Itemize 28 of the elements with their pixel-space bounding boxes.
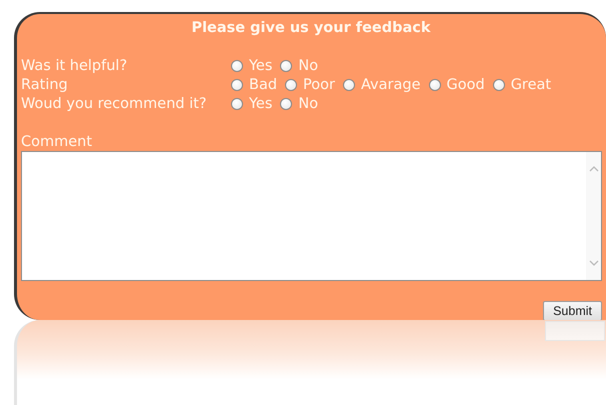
option-label[interactable]: Avarage xyxy=(360,76,420,92)
option-label[interactable]: Good xyxy=(446,76,485,92)
radio-button[interactable] xyxy=(280,98,292,110)
scrollbar[interactable] xyxy=(586,152,601,280)
radio-button[interactable] xyxy=(231,60,243,72)
comment-field[interactable] xyxy=(21,151,602,281)
radio-button[interactable] xyxy=(231,98,243,110)
option-label[interactable]: Bad xyxy=(249,76,278,92)
radio-button[interactable] xyxy=(280,60,292,72)
option-label[interactable]: Poor xyxy=(303,76,335,92)
radio-button[interactable] xyxy=(492,78,505,90)
scroll-down-icon[interactable] xyxy=(588,260,598,266)
option-label[interactable]: Yes xyxy=(249,96,272,112)
option-label[interactable]: Yes xyxy=(249,58,272,74)
option-label[interactable]: Great xyxy=(510,76,552,92)
radio-button[interactable] xyxy=(285,78,298,90)
option-label[interactable]: No xyxy=(298,58,318,74)
question-label: Was it helpful? xyxy=(21,58,128,74)
form-title: Please give us your feedback xyxy=(190,19,432,38)
radio-button[interactable] xyxy=(428,78,440,90)
comment-label: Comment xyxy=(21,133,94,151)
question-label: Woud you recommend it? xyxy=(21,96,208,112)
question-label: Rating xyxy=(21,76,69,92)
radio-button[interactable] xyxy=(342,78,355,90)
submit-button[interactable]: Submit xyxy=(543,301,602,321)
scroll-up-icon[interactable] xyxy=(588,166,598,172)
radio-button[interactable] xyxy=(231,78,243,90)
option-label[interactable]: No xyxy=(298,96,318,112)
